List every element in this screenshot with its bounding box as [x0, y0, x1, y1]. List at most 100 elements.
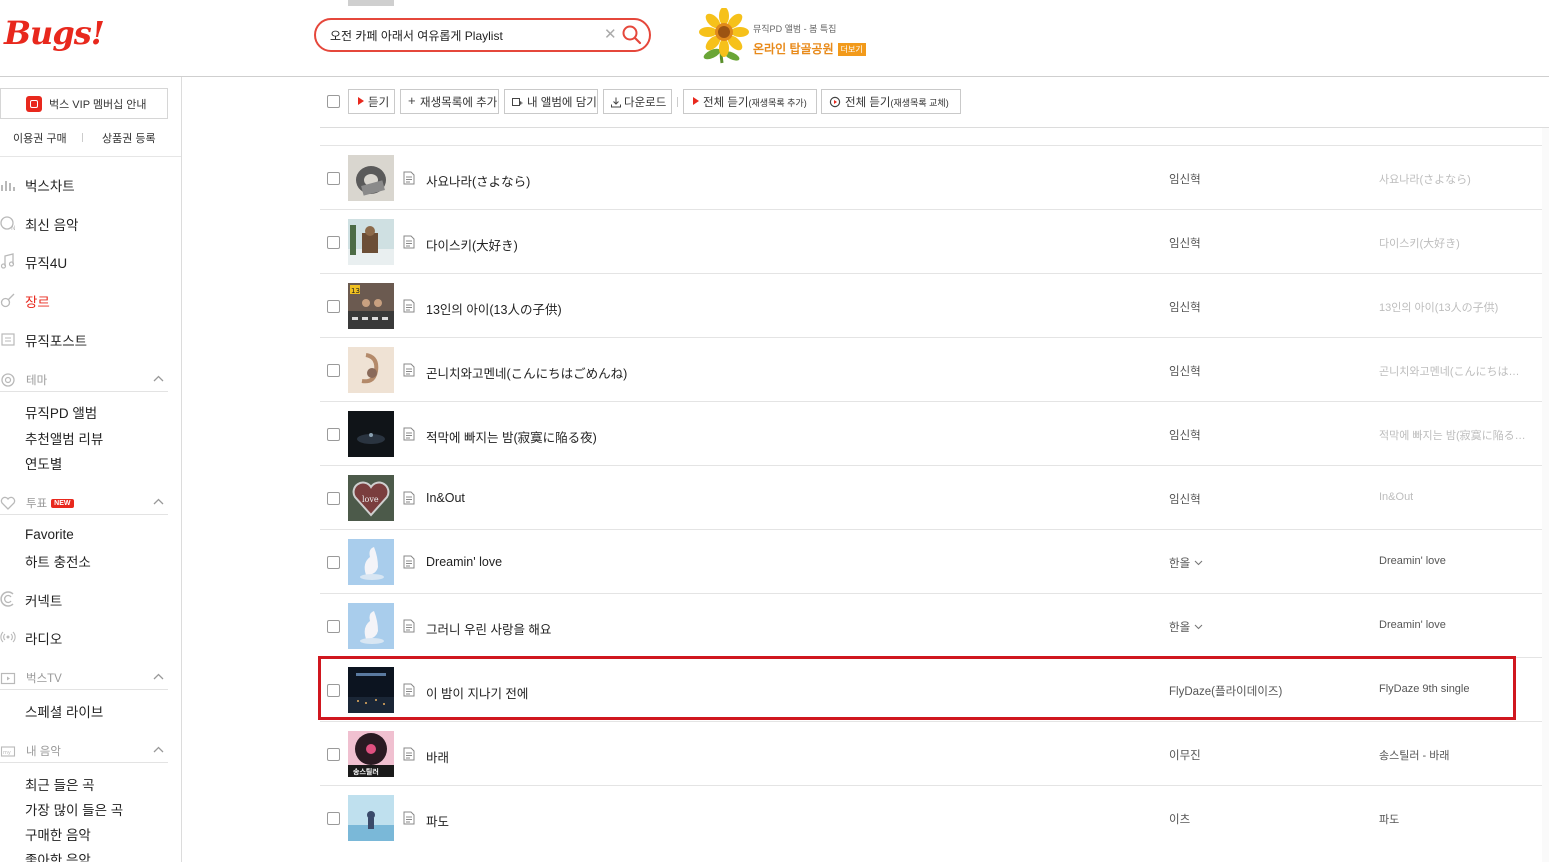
sidebar-item-liked[interactable]: 좋아한 음악	[25, 849, 91, 862]
track-album[interactable]: 곤니치와고멘네(こんにちはご…	[1379, 363, 1529, 379]
vip-membership-button[interactable]: 벅스 VIP 멤버십 안내	[0, 88, 168, 119]
track-row[interactable]: 13 13인의 아이(13人の子供) 임신혁 13인의 아이(13人の子供)	[320, 273, 1549, 337]
track-title[interactable]: 그러니 우린 사랑을 해요	[426, 619, 551, 638]
album-art[interactable]	[348, 795, 394, 841]
track-album[interactable]: 적막에 빠지는 밤(寂寞に陥る夜)	[1379, 427, 1529, 443]
album-art[interactable]	[348, 411, 394, 457]
track-row[interactable]: 다이스키(大好き) 임신혁 다이스키(大好き)	[320, 209, 1549, 273]
track-checkbox[interactable]	[327, 684, 340, 697]
track-row[interactable]: 그러니 우린 사랑을 해요 한올 Dreamin' love	[320, 593, 1549, 657]
album-art[interactable]	[348, 603, 394, 649]
chevron-down-icon[interactable]	[1194, 560, 1203, 566]
album-art[interactable]: 송스틸러	[348, 731, 394, 777]
promo-banner[interactable]: 뮤직PD 앨범 - 봄 특집 온라인 탑골공원 더보기	[694, 8, 874, 68]
track-title[interactable]: 다이스키(大好き)	[426, 235, 518, 254]
album-art[interactable]	[348, 347, 394, 393]
sidebar-item-by-year[interactable]: 연도별	[25, 453, 62, 473]
album-art[interactable]: 13	[348, 283, 394, 329]
chevron-up-icon[interactable]	[153, 745, 164, 755]
add-to-playlist-button[interactable]: + 재생목록에 추가	[400, 89, 499, 114]
album-art[interactable]	[348, 155, 394, 201]
track-row[interactable]: 송스틸러 바래 이무진 송스틸러 - 바래	[320, 721, 1549, 785]
track-artist[interactable]: FlyDaze(플라이데이즈)	[1169, 683, 1282, 699]
track-album[interactable]: 사요나라(さよなら)	[1379, 171, 1471, 187]
coupon-register-link[interactable]: 상품권 등록	[102, 130, 156, 146]
track-album[interactable]: Dreamin' love	[1379, 619, 1446, 631]
track-album[interactable]: 파도	[1379, 811, 1399, 827]
track-album[interactable]: FlyDaze 9th single	[1379, 683, 1470, 695]
album-art[interactable]: love	[348, 475, 394, 521]
album-art[interactable]	[348, 219, 394, 265]
track-artist[interactable]: 임신혁	[1169, 299, 1201, 315]
lyrics-icon[interactable]	[403, 299, 415, 313]
sidebar-item-new-music[interactable]: N 최신 음악	[0, 211, 170, 235]
track-album[interactable]: Dreamin' love	[1379, 555, 1446, 567]
track-checkbox[interactable]	[327, 492, 340, 505]
buy-pass-link[interactable]: 이용권 구매	[13, 130, 67, 146]
lyrics-icon[interactable]	[403, 811, 415, 825]
track-artist[interactable]: 한올	[1169, 555, 1203, 571]
album-art[interactable]	[348, 667, 394, 713]
lyrics-icon[interactable]	[403, 427, 415, 441]
track-title[interactable]: In&Out	[426, 491, 465, 505]
scrollbar[interactable]	[1542, 77, 1549, 862]
track-album[interactable]: 13인의 아이(13人の子供)	[1379, 299, 1498, 315]
track-artist[interactable]: 임신혁	[1169, 491, 1201, 507]
track-checkbox[interactable]	[327, 236, 340, 249]
sidebar-item-radio[interactable]: 라디오	[0, 625, 170, 649]
track-title[interactable]: 적막에 빠지는 밤(寂寞に陥る夜)	[426, 427, 597, 446]
clear-icon[interactable]: ✕	[604, 25, 617, 43]
album-art[interactable]	[348, 539, 394, 585]
track-title[interactable]: 13인의 아이(13人の子供)	[426, 299, 562, 318]
sidebar-item-genre[interactable]: 장르	[0, 288, 170, 312]
lyrics-icon[interactable]	[403, 555, 415, 569]
sidebar-item-favorite[interactable]: Favorite	[25, 527, 74, 542]
listen-all-add-button[interactable]: 전체 듣기(재생목록 추가)	[683, 89, 817, 114]
lyrics-icon[interactable]	[403, 683, 415, 697]
track-row[interactable]: love In&Out 임신혁 In&Out	[320, 465, 1549, 529]
track-title[interactable]: 파도	[426, 811, 449, 830]
track-row[interactable]: 사요나라(さよなら) 임신혁 사요나라(さよなら)	[320, 145, 1549, 209]
sidebar-item-musicpost[interactable]: 뮤직포스트	[0, 327, 170, 351]
sidebar-item-special-live[interactable]: 스페셜 라이브	[25, 701, 103, 721]
track-title[interactable]: 바래	[426, 747, 449, 766]
listen-all-replace-button[interactable]: 전체 듣기(재생목록 교체)	[821, 89, 961, 114]
lyrics-icon[interactable]	[403, 363, 415, 377]
sidebar-item-chart[interactable]: 벅스차트	[0, 172, 170, 196]
track-checkbox[interactable]	[327, 364, 340, 377]
track-album[interactable]: In&Out	[1379, 491, 1413, 503]
sidebar-item-connect[interactable]: 커넥트	[0, 587, 170, 611]
banner-more-badge[interactable]: 더보기	[837, 43, 866, 56]
search-input[interactable]	[330, 26, 610, 44]
add-to-album-button[interactable]: 내 앨범에 담기	[504, 89, 598, 114]
track-title[interactable]: 곤니치와고멘네(こんにちはごめんね)	[426, 363, 627, 382]
lyrics-icon[interactable]	[403, 235, 415, 249]
track-album[interactable]: 송스틸러 - 바래	[1379, 747, 1450, 763]
listen-button[interactable]: 듣기	[348, 89, 395, 114]
track-checkbox[interactable]	[327, 812, 340, 825]
select-all-checkbox[interactable]	[327, 95, 340, 108]
track-checkbox[interactable]	[327, 172, 340, 185]
track-row[interactable]: 이 밤이 지나기 전에 FlyDaze(플라이데이즈) FlyDaze 9th si…	[320, 657, 1549, 721]
track-album[interactable]: 다이스키(大好き)	[1379, 235, 1460, 251]
track-artist[interactable]: 임신혁	[1169, 235, 1201, 251]
sidebar-item-album-review[interactable]: 추천앨범 리뷰	[25, 428, 103, 448]
bugs-logo[interactable]: Bugs!	[4, 14, 105, 52]
track-checkbox[interactable]	[327, 300, 340, 313]
chevron-up-icon[interactable]	[153, 672, 164, 682]
track-checkbox[interactable]	[327, 428, 340, 441]
track-checkbox[interactable]	[327, 748, 340, 761]
sidebar-item-purchased[interactable]: 구매한 음악	[25, 824, 91, 844]
chevron-up-icon[interactable]	[153, 497, 164, 507]
chevron-down-icon[interactable]	[1194, 624, 1203, 630]
lyrics-icon[interactable]	[403, 747, 415, 761]
lyrics-icon[interactable]	[403, 171, 415, 185]
track-artist[interactable]: 임신혁	[1169, 363, 1201, 379]
track-artist[interactable]: 한올	[1169, 619, 1203, 635]
lyrics-icon[interactable]	[403, 619, 415, 633]
track-checkbox[interactable]	[327, 556, 340, 569]
track-checkbox[interactable]	[327, 620, 340, 633]
track-title[interactable]: 사요나라(さよなら)	[426, 171, 530, 190]
track-artist[interactable]: 이츠	[1169, 811, 1190, 827]
track-artist[interactable]: 임신혁	[1169, 171, 1201, 187]
